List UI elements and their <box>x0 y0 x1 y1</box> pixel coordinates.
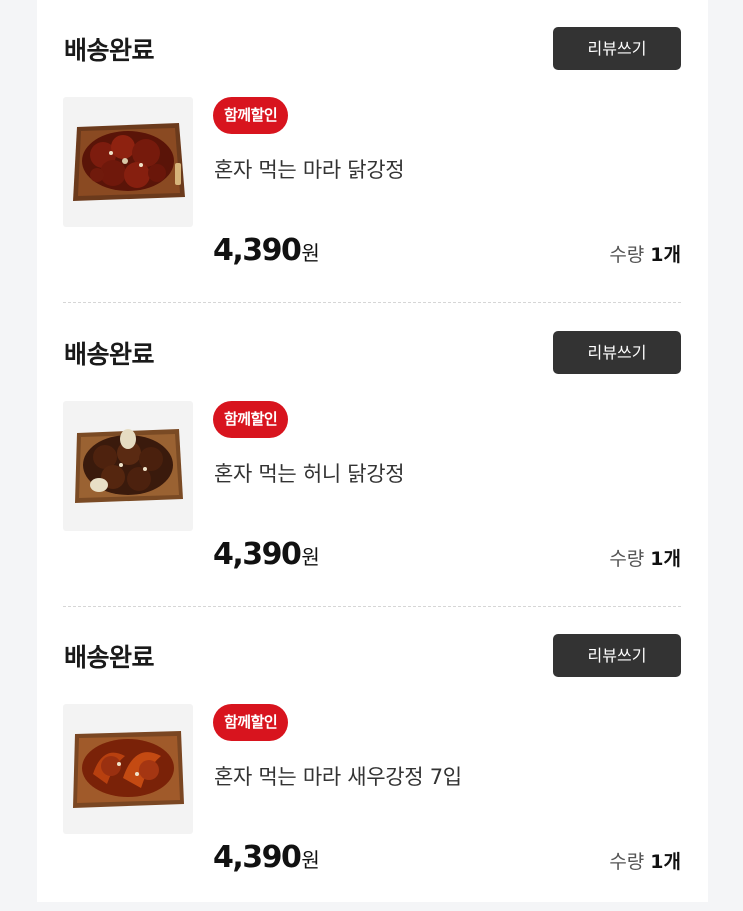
mara-chicken-photo <box>73 123 185 201</box>
write-review-button[interactable]: 리뷰쓰기 <box>553 27 681 70</box>
price-amount: 4,390 <box>213 233 302 268</box>
quantity-label: 수량 <box>609 548 645 570</box>
quantity: 수량 1개 <box>609 847 681 874</box>
product-image[interactable] <box>63 97 193 227</box>
order-item: 배송완료 리뷰쓰기 함께할인 혼자 먹는 마라 새우강정 7입 4,390원 수… <box>37 607 708 911</box>
honey-chicken-photo <box>75 429 183 503</box>
order-list-card: 배송완료 리뷰쓰기 함께할인 혼자 먹는 마라 닭강정 4,390원 수량 1개… <box>37 0 708 902</box>
discount-badge: 함께할인 <box>213 97 289 134</box>
discount-badge: 함께할인 <box>213 704 289 741</box>
delivery-status: 배송완료 <box>64 36 155 65</box>
write-review-button[interactable]: 리뷰쓰기 <box>553 634 681 677</box>
price-amount: 4,390 <box>213 537 302 572</box>
delivery-status: 배송완료 <box>64 643 155 672</box>
discount-badge: 함께할인 <box>213 401 289 438</box>
price-currency: 원 <box>301 848 320 872</box>
mara-shrimp-photo <box>73 731 184 808</box>
product-image[interactable] <box>63 704 193 834</box>
quantity: 수량 1개 <box>609 544 681 571</box>
quantity-value: 1개 <box>650 244 681 266</box>
product-name[interactable]: 혼자 먹는 마라 새우강정 7입 <box>214 761 462 791</box>
product-image[interactable] <box>63 401 193 531</box>
quantity-label: 수량 <box>609 851 645 873</box>
price-currency: 원 <box>301 241 320 265</box>
order-item: 배송완료 리뷰쓰기 함께할인 혼자 먹는 마라 닭강정 4,390원 수량 1개 <box>37 0 708 304</box>
quantity-label: 수량 <box>609 244 645 266</box>
product-name[interactable]: 혼자 먹는 마라 닭강정 <box>214 154 405 184</box>
price-amount: 4,390 <box>213 840 302 875</box>
price-currency: 원 <box>301 545 320 569</box>
quantity: 수량 1개 <box>609 240 681 267</box>
quantity-value: 1개 <box>650 548 681 570</box>
product-price: 4,390원 <box>213 537 320 572</box>
product-name[interactable]: 혼자 먹는 허니 닭강정 <box>214 458 405 488</box>
divider <box>63 302 681 303</box>
quantity-value: 1개 <box>650 851 681 873</box>
delivery-status: 배송완료 <box>64 340 155 369</box>
product-price: 4,390원 <box>213 840 320 875</box>
product-price: 4,390원 <box>213 233 320 268</box>
order-item: 배송완료 리뷰쓰기 함께할인 혼자 먹는 허니 닭강정 4,390원 수량 1개 <box>37 304 708 608</box>
write-review-button[interactable]: 리뷰쓰기 <box>553 331 681 374</box>
